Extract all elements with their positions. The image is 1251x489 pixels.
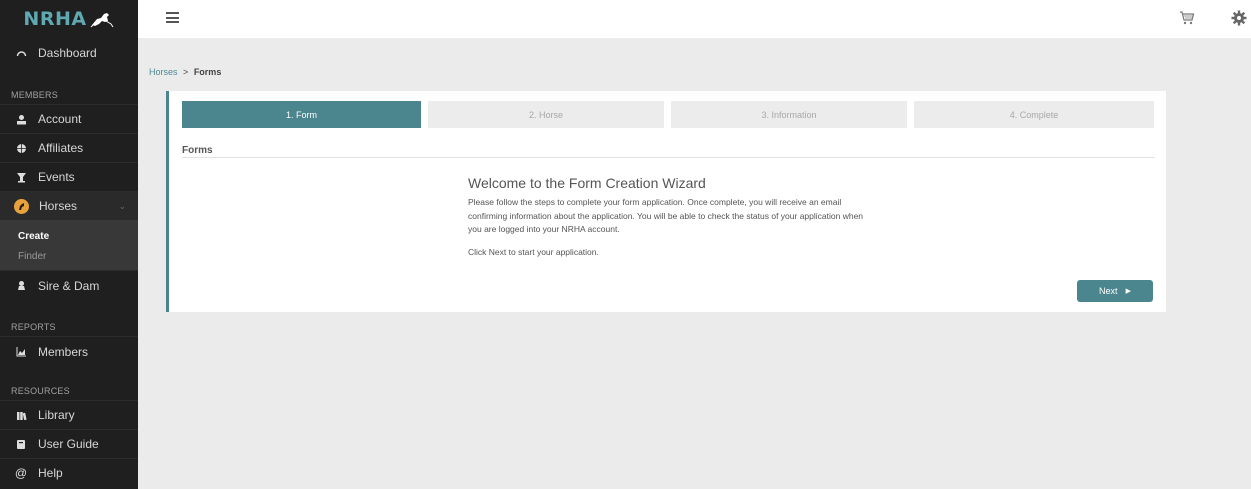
wizard-title: Welcome to the Form Creation Wizard	[468, 175, 706, 191]
logo[interactable]: NRHA	[0, 0, 138, 38]
sidebar-item-label: Members	[38, 344, 89, 359]
sidebar-item-label: Account	[38, 112, 82, 126]
wizard-hint: Click Next to start your application.	[468, 247, 599, 257]
sidebar-item-affiliates[interactable]: Affiliates	[0, 133, 138, 162]
globe-icon	[14, 141, 28, 155]
trophy-icon	[14, 170, 28, 184]
horse-logo-icon	[90, 13, 113, 28]
topbar	[138, 0, 1251, 38]
logo-text: NRHA	[23, 8, 87, 30]
section-heading-resources: RESOURCES	[11, 386, 70, 396]
breadcrumb-current: Forms	[193, 67, 222, 77]
dashboard-icon	[14, 46, 28, 60]
book-icon	[14, 437, 28, 451]
library-icon	[14, 408, 28, 422]
section-heading-members: MEMBERS	[11, 90, 58, 100]
sidebar-subitem-finder[interactable]: Finder	[0, 246, 138, 266]
wizard-description: Please follow the steps to complete your…	[468, 197, 864, 234]
sidebar-item-label: Events	[38, 170, 75, 184]
section-heading-reports: REPORTS	[11, 322, 56, 332]
wizard-step-complete[interactable]: 4. Complete	[914, 101, 1154, 128]
wizard-card: 1. Form 2. Horse 3. Information 4. Compl…	[166, 91, 1166, 312]
divider	[182, 157, 1155, 158]
wizard-step-horse[interactable]: 2. Horse	[428, 101, 664, 128]
sidebar-item-sire-dam[interactable]: Sire & Dam	[0, 270, 138, 300]
wizard-step-form[interactable]: 1. Form	[182, 101, 421, 128]
chart-icon	[14, 345, 28, 359]
chevron-down-icon: ⌄	[118, 200, 126, 211]
sidebar: NRHA Dashboard MEMBERS Account Affiliate…	[0, 0, 138, 489]
horse-icon	[14, 198, 29, 214]
sidebar-item-label: Dashboard	[38, 46, 97, 60]
breadcrumb: Horses > Forms	[149, 67, 221, 77]
sidebar-item-dashboard[interactable]: Dashboard	[0, 38, 138, 68]
sidebar-item-label: Affiliates	[38, 141, 84, 155]
horses-submenu: Create Finder	[0, 220, 138, 270]
section-title: Forms	[182, 145, 213, 156]
sidebar-item-label: Horses	[39, 199, 78, 213]
sidebar-item-library[interactable]: Library	[0, 400, 138, 429]
at-sign-icon: @	[14, 466, 28, 480]
sidebar-item-help[interactable]: @ Help	[0, 458, 138, 487]
sidebar-item-account[interactable]: Account	[0, 104, 138, 133]
cart-icon[interactable]	[1179, 10, 1195, 26]
sidebar-item-horses[interactable]: Horses ⌄	[0, 191, 138, 220]
gear-icon[interactable]	[1231, 10, 1247, 26]
caret-right-icon: ▶	[1125, 288, 1131, 295]
breadcrumb-link-horses[interactable]: Horses	[149, 67, 178, 77]
sidebar-item-label: User Guide	[38, 437, 99, 451]
sidebar-item-events[interactable]: Events	[0, 162, 138, 191]
next-button[interactable]: Next ▶	[1077, 280, 1153, 302]
sidebar-item-members[interactable]: Members	[0, 336, 138, 366]
sidebar-item-label: Sire & Dam	[38, 278, 100, 293]
hamburger-menu-icon[interactable]	[166, 12, 179, 23]
wizard-step-information[interactable]: 3. Information	[671, 101, 907, 128]
user-icon	[14, 112, 28, 126]
wizard-steps: 1. Form 2. Horse 3. Information 4. Compl…	[182, 101, 1154, 128]
next-button-label: Next	[1099, 286, 1118, 296]
breadcrumb-separator: >	[183, 67, 189, 77]
sidebar-item-label: Library	[38, 408, 75, 422]
sidebar-subitem-create[interactable]: Create	[0, 226, 138, 246]
sidebar-item-user-guide[interactable]: User Guide	[0, 429, 138, 458]
pedigree-icon	[14, 279, 28, 293]
sidebar-item-label: Help	[38, 466, 63, 480]
